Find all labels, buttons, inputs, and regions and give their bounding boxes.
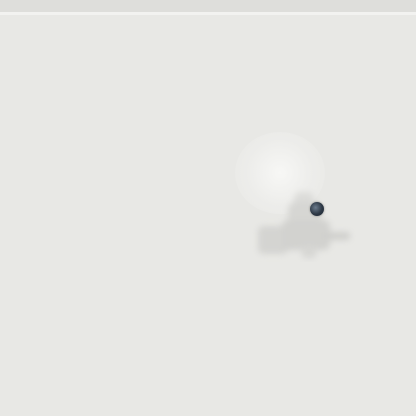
- blurred-figure-shape: [258, 192, 350, 258]
- blurred-figure-icon[interactable]: [252, 186, 356, 262]
- top-bar: [0, 0, 416, 12]
- cursor-dot-icon: [310, 202, 324, 216]
- app-screen: [0, 0, 416, 416]
